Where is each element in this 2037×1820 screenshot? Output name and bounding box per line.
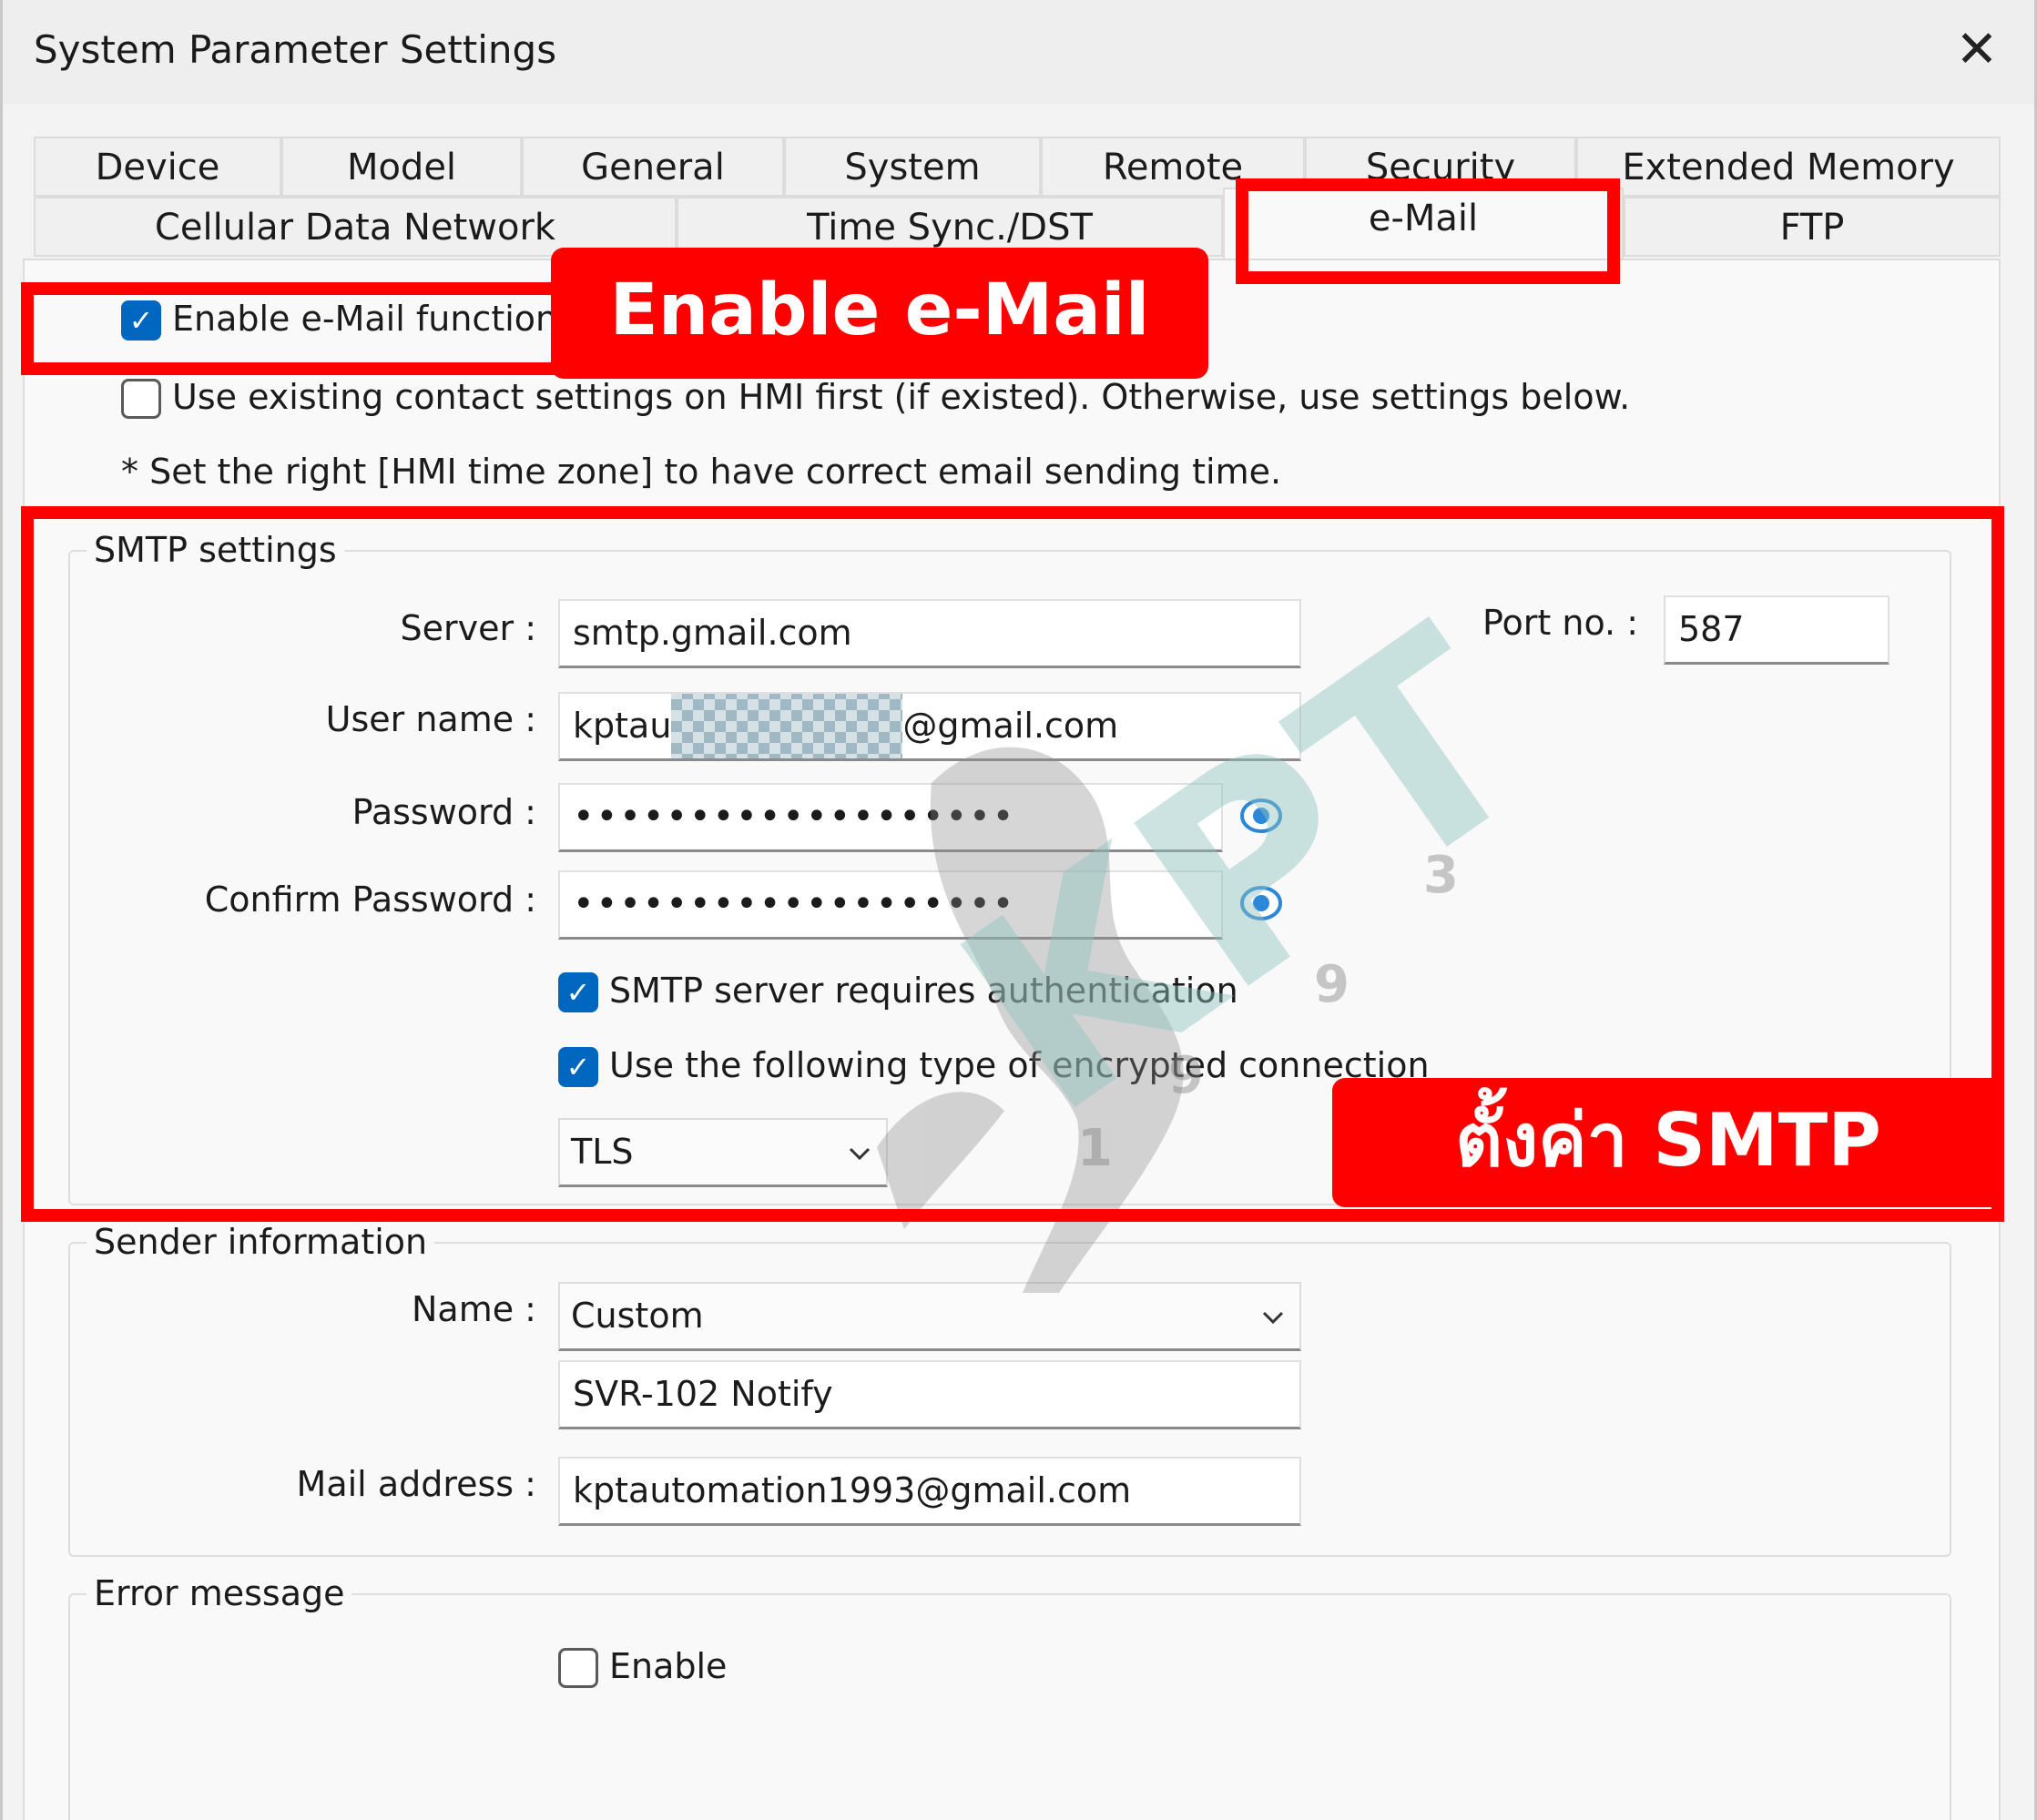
title-bar: System Parameter Settings ✕ xyxy=(3,0,2034,104)
sender-name-option: Custom xyxy=(571,1296,704,1336)
close-icon[interactable]: ✕ xyxy=(1947,20,2007,80)
use-existing-contact-checkbox[interactable] xyxy=(121,379,161,419)
tab-device[interactable]: Device xyxy=(34,137,281,197)
tab-ftp[interactable]: FTP xyxy=(1624,197,2001,257)
error-message-group xyxy=(68,1593,1951,1820)
tab-model[interactable]: Model xyxy=(281,137,522,197)
sender-name-label: Name : xyxy=(412,1289,536,1329)
system-parameter-settings-dialog: System Parameter Settings ✕ Device Model… xyxy=(0,0,2037,1820)
sender-name-input[interactable]: SVR-102 Notify xyxy=(558,1360,1301,1429)
chevron-down-icon xyxy=(1262,1311,1284,1325)
use-existing-contact-label: Use existing contact settings on HMI fir… xyxy=(172,377,1631,417)
error-message-legend: Error message xyxy=(87,1573,352,1613)
email-tab-highlight xyxy=(1236,178,1620,284)
tab-system[interactable]: System xyxy=(784,137,1041,197)
sender-information-legend: Sender information xyxy=(87,1222,435,1262)
mail-address-label: Mail address : xyxy=(296,1464,536,1504)
smtp-annotation: ตั้งค่า SMTP xyxy=(1332,1078,2004,1207)
mail-address-input[interactable]: kptautomation1993@gmail.com xyxy=(558,1457,1301,1526)
sender-name-select[interactable]: Custom xyxy=(558,1282,1301,1351)
enable-email-highlight xyxy=(21,282,565,375)
timezone-note: * Set the right [HMI time zone] to have … xyxy=(121,452,1282,492)
tab-general[interactable]: General xyxy=(522,137,784,197)
window-title: System Parameter Settings xyxy=(34,27,557,72)
error-enable-checkbox[interactable] xyxy=(558,1648,598,1688)
enable-email-annotation: Enable e-Mail xyxy=(551,248,1208,379)
tab-extended-memory[interactable]: Extended Memory xyxy=(1576,137,2001,197)
error-enable-label: Enable xyxy=(609,1646,728,1686)
